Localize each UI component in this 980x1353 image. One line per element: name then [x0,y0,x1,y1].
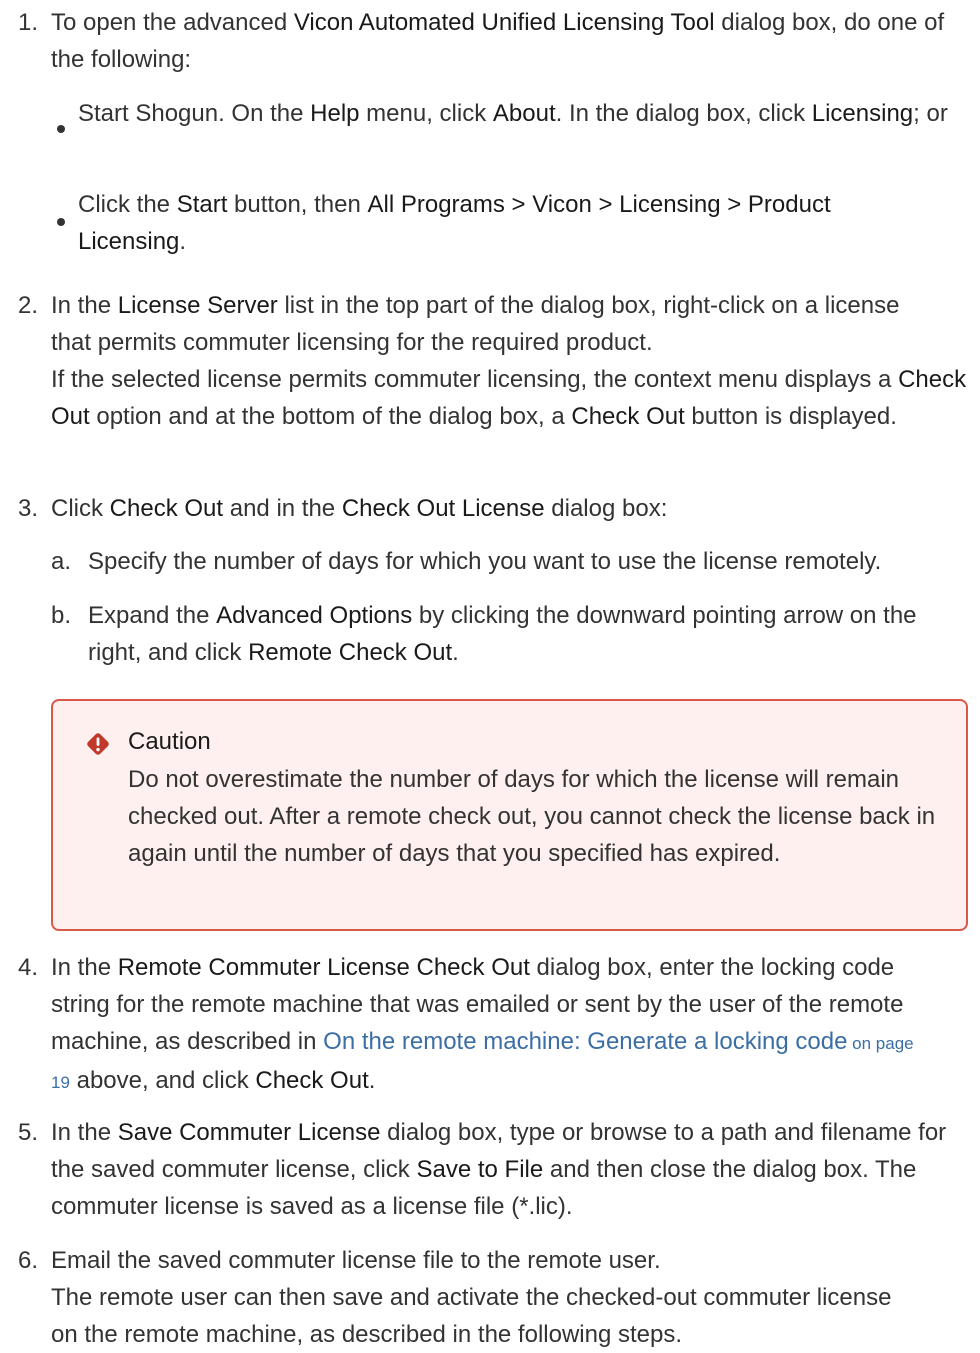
bullet-icon [57,125,65,133]
step-number: 3. [18,495,39,522]
step-1: 1. To open the advanced Vicon Automated … [0,4,975,78]
ui-term: Check Out [571,403,685,430]
step-4: 4. In the Remote Commuter License Check … [0,949,975,1101]
documentation-page: 1. To open the advanced Vicon Automated … [0,0,980,1348]
step-6: 6. Email the saved commuter license file… [0,1242,975,1353]
step-text: Email the saved commuter license file to… [51,1247,661,1274]
ui-term: Help [310,100,360,127]
ui-term: Check Out License [341,495,545,522]
step-text: In the Remote Commuter License Check Out… [51,954,914,1094]
step-number: 4. [18,954,39,981]
caution-box: Caution Do not overestimate the number o… [51,699,968,931]
step-2: 2. In the License Server list in the top… [0,287,975,435]
step-text: In the Save Commuter License dialog box,… [51,1119,947,1220]
step-number: 1. [18,9,39,36]
step-text: The remote user can then save and activa… [51,1284,892,1348]
step-text: If the selected license permits commuter… [51,366,967,430]
ui-term: Remote Check Out [248,639,453,666]
step-number: 2. [18,292,39,319]
step-number: 5. [18,1119,39,1146]
step-3: 3. Click Check Out and in the Check Out … [0,490,975,527]
ui-term: Licensing [811,100,914,127]
substep-text: Specify the number of days for which you… [88,548,882,575]
ui-term: Start [176,191,228,218]
step-text: To open the advanced Vicon Automated Uni… [51,9,945,73]
step-5: 5. In the Save Commuter License dialog b… [0,1114,975,1225]
caution-title: Caution [128,728,211,755]
ui-term: Save Commuter License [117,1119,381,1146]
ui-term: Advanced Options [216,602,413,629]
ui-term: Remote Commuter License Check Out [117,954,530,981]
substep-letter: a. [51,548,72,575]
step-text: Click Check Out and in the Check Out Lic… [51,495,668,522]
caution-diamond-icon [87,733,109,755]
ui-term: Save to File [416,1156,544,1183]
bullet-icon [57,218,65,226]
bullet-item: Start Shogun. On the Help menu, click Ab… [78,100,948,127]
ui-term: About [492,100,556,127]
substep-letter: b. [51,602,72,629]
caution-text: Do not overestimate the number of days f… [128,766,936,867]
step-text: In the License Server list in the top pa… [51,292,900,356]
cross-reference-link[interactable]: On the remote machine: Generate a lockin… [323,1028,847,1055]
bullet-item: Click the Start button, then All Program… [78,191,831,255]
substep-text: Expand the Advanced Options by clicking … [88,602,917,666]
ui-term: Vicon Automated Unified Licensing Tool [293,9,715,36]
ui-term: Check Out [255,1067,369,1094]
ui-term: License Server [117,292,278,319]
ui-term: Check Out [109,495,224,522]
step-number: 6. [18,1247,39,1274]
